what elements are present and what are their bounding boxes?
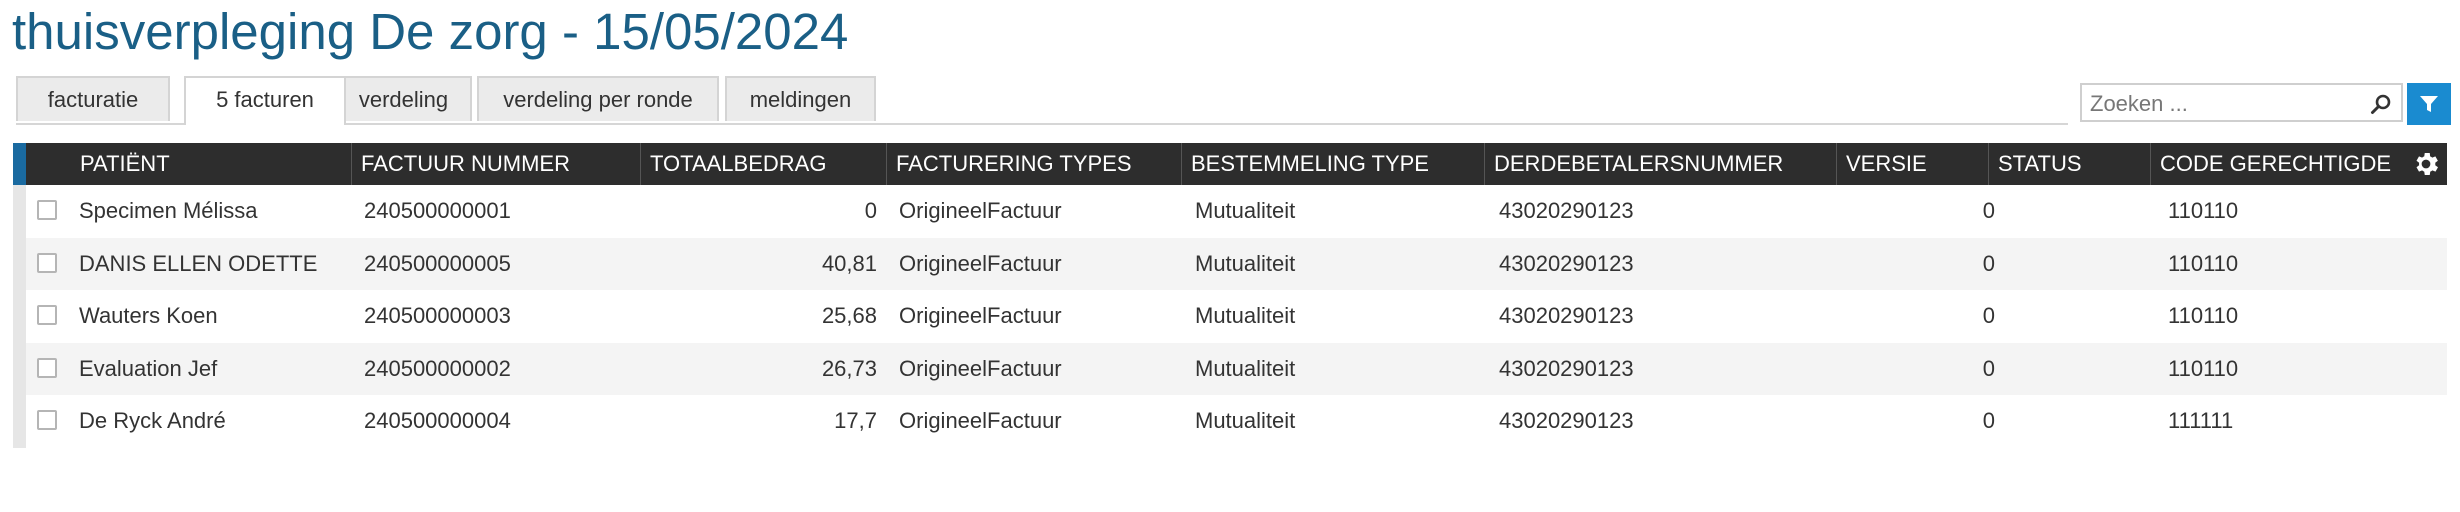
tab-5-facturen[interactable]: 5 facturen bbox=[184, 76, 346, 125]
cell-bestemmeling-type: Mutualiteit bbox=[1195, 303, 1296, 329]
cell-factuur-nummer: 240500000003 bbox=[364, 303, 511, 329]
tab-meldingen[interactable]: meldingen bbox=[725, 76, 876, 121]
tab-verdeling-per-ronde[interactable]: verdeling per ronde bbox=[477, 76, 719, 121]
tab-verdeling[interactable]: verdeling bbox=[335, 76, 472, 121]
cell-code-gerechtigde: 110110 bbox=[2168, 303, 2239, 329]
table-row[interactable]: Specimen Mélissa 240500000001 0 Originee… bbox=[13, 185, 2447, 238]
cell-facturering-type: OrigineelFactuur bbox=[899, 198, 1062, 223]
column-header-versie[interactable]: VERSIE bbox=[1836, 143, 1985, 185]
cell-code-gerechtigde: 110110 bbox=[2168, 355, 2239, 381]
row-bar bbox=[13, 237, 26, 291]
cell-versie: 0 bbox=[1982, 355, 1995, 381]
cell-facturering-type: OrigineelFactuur bbox=[899, 408, 1062, 434]
row-checkbox[interactable] bbox=[37, 200, 57, 220]
invoice-table: PATIËNT FACTUUR NUMMER TOTAALBEDRAG FACT… bbox=[13, 143, 2447, 448]
cell-factuur-nummer: 240500000002 bbox=[364, 355, 511, 381]
cell-bestemmeling-type: Mutualiteit bbox=[1195, 250, 1296, 276]
cell-patient: Specimen Mélissa bbox=[79, 198, 258, 223]
tab-bar: facturatie 5 facturen verdeling verdelin… bbox=[16, 76, 2068, 125]
row-bar bbox=[13, 395, 26, 448]
cell-totaalbedrag: 17,7 bbox=[834, 408, 877, 434]
cell-code-gerechtigde: 110110 bbox=[2168, 250, 2239, 276]
cell-versie: 0 bbox=[1982, 408, 1995, 434]
cell-code-gerechtigde: 110110 bbox=[2168, 198, 2239, 223]
row-bar bbox=[13, 342, 26, 396]
row-bar bbox=[13, 185, 26, 238]
cell-bestemmeling-type: Mutualiteit bbox=[1195, 408, 1296, 434]
column-header-patient[interactable]: PATIËNT bbox=[71, 143, 351, 185]
row-checkbox[interactable] bbox=[37, 305, 57, 326]
cell-versie: 0 bbox=[1982, 198, 1995, 223]
cell-facturering-type: OrigineelFactuur bbox=[899, 355, 1062, 381]
column-header-factuur-nummer[interactable]: FACTUUR NUMMER bbox=[351, 143, 634, 185]
cell-factuur-nummer: 240500000005 bbox=[364, 250, 511, 276]
cell-derdebetalersnummer: 43020290123 bbox=[1499, 355, 1634, 381]
cell-versie: 0 bbox=[1982, 303, 1995, 329]
column-header-facturering-types[interactable]: FACTURERING TYPES bbox=[886, 143, 1179, 185]
row-checkbox[interactable] bbox=[37, 357, 57, 378]
cell-factuur-nummer: 240500000001 bbox=[364, 198, 511, 223]
row-checkbox[interactable] bbox=[37, 252, 57, 273]
table-header: PATIËNT FACTUUR NUMMER TOTAALBEDRAG FACT… bbox=[13, 143, 2447, 185]
column-header-status[interactable]: STATUS bbox=[1988, 143, 2151, 185]
header-accent bbox=[13, 143, 26, 185]
cell-derdebetalersnummer: 43020290123 bbox=[1499, 250, 1634, 276]
column-header-code-gerechtigde[interactable]: CODE GERECHTIGDE bbox=[2150, 143, 2400, 185]
cell-bestemmeling-type: Mutualiteit bbox=[1195, 198, 1296, 223]
tab-facturatie[interactable]: facturatie bbox=[16, 76, 170, 121]
search-box bbox=[2080, 83, 2403, 122]
table-row[interactable]: DANIS ELLEN ODETTE 240500000005 40,81 Or… bbox=[13, 237, 2447, 291]
table-row[interactable]: De Ryck André 240500000004 17,7 Originee… bbox=[13, 395, 2447, 448]
cell-totaalbedrag: 26,73 bbox=[821, 355, 877, 381]
cell-patient: De Ryck André bbox=[79, 408, 226, 434]
search-icon[interactable] bbox=[2369, 92, 2393, 116]
filter-button[interactable] bbox=[2407, 83, 2451, 125]
cell-facturering-type: OrigineelFactuur bbox=[899, 250, 1062, 276]
table-row[interactable]: Evaluation Jef 240500000002 26,73 Origin… bbox=[13, 342, 2447, 396]
cell-patient: DANIS ELLEN ODETTE bbox=[79, 250, 318, 276]
table-row[interactable]: Wauters Koen 240500000003 25,68 Originee… bbox=[13, 290, 2447, 343]
cell-code-gerechtigde: 111111 bbox=[2168, 408, 2234, 434]
cell-patient: Wauters Koen bbox=[79, 303, 218, 329]
page-title: thuisverpleging De zorg - 15/05/2024 bbox=[12, 3, 849, 60]
filter-icon bbox=[2420, 96, 2438, 112]
cell-patient: Evaluation Jef bbox=[79, 355, 218, 381]
gear-icon[interactable] bbox=[2411, 149, 2441, 179]
cell-derdebetalersnummer: 43020290123 bbox=[1499, 408, 1634, 434]
cell-bestemmeling-type: Mutualiteit bbox=[1195, 355, 1296, 381]
column-header-totaalbedrag[interactable]: TOTAALBEDRAG bbox=[640, 143, 881, 185]
column-header-derdebetalersnummer[interactable]: DERDEBETALERSNUMMER bbox=[1484, 143, 1835, 185]
row-checkbox[interactable] bbox=[37, 410, 57, 431]
row-bar bbox=[13, 290, 26, 343]
cell-totaalbedrag: 40,81 bbox=[821, 250, 877, 276]
cell-facturering-type: OrigineelFactuur bbox=[899, 303, 1062, 329]
cell-versie: 0 bbox=[1982, 250, 1995, 276]
cell-factuur-nummer: 240500000004 bbox=[364, 408, 511, 434]
search-input[interactable] bbox=[2088, 89, 2354, 119]
cell-derdebetalersnummer: 43020290123 bbox=[1499, 198, 1634, 223]
cell-totaalbedrag: 25,68 bbox=[821, 303, 877, 329]
column-header-bestemmeling-type[interactable]: BESTEMMELING TYPE bbox=[1181, 143, 1483, 185]
cell-totaalbedrag: 0 bbox=[864, 198, 877, 223]
cell-derdebetalersnummer: 43020290123 bbox=[1499, 303, 1634, 329]
